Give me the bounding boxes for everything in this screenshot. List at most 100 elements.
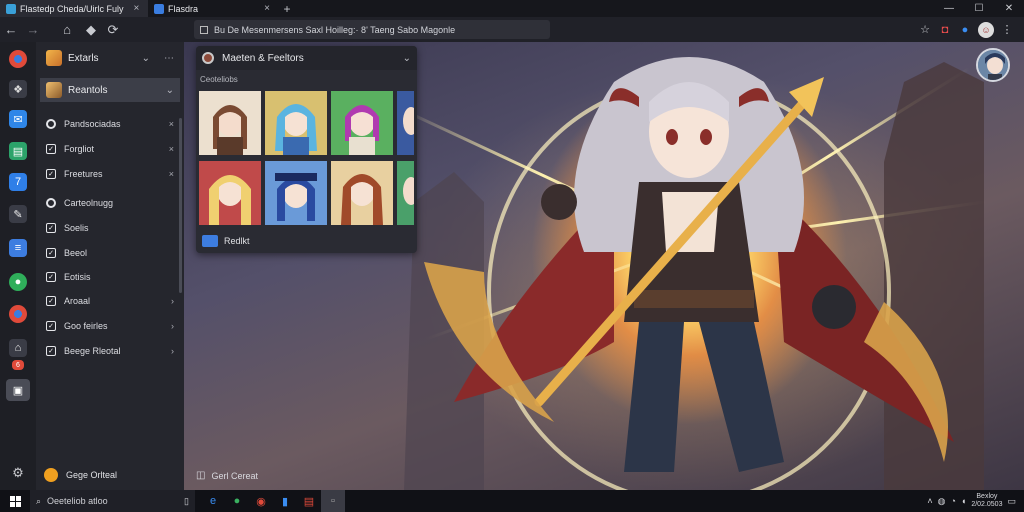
thumbnail[interactable]: [265, 161, 327, 225]
thumbnail-grid: [199, 91, 414, 229]
checkbox-icon[interactable]: ✓: [46, 321, 56, 331]
puzzle-app-icon[interactable]: ❖: [9, 80, 27, 98]
clock-time: Bexloy: [976, 493, 998, 500]
chevron-right-icon[interactable]: ›: [171, 346, 174, 356]
sidebar-item[interactable]: ✓ Beege Rleotal ›: [46, 341, 174, 361]
calendar-app-icon[interactable]: 7: [9, 173, 27, 191]
sidebar-header-rentals[interactable]: Reantols ⌄: [40, 78, 180, 102]
thumbnail[interactable]: [331, 161, 393, 225]
thumbnail[interactable]: [199, 161, 261, 225]
tools-app-icon[interactable]: ✎: [9, 205, 27, 223]
minimize-button[interactable]: —: [934, 0, 964, 17]
start-button[interactable]: [0, 495, 30, 507]
close-window-button[interactable]: ✕: [994, 0, 1024, 17]
search-placeholder: Oeeteliob atloo: [47, 496, 108, 506]
tab-inactive[interactable]: Flasdra ×: [148, 0, 276, 17]
shield-button[interactable]: ◆: [80, 19, 102, 41]
window-app-icon[interactable]: ▣: [6, 379, 30, 401]
taskbar-edge-icon[interactable]: e: [201, 490, 225, 512]
settings-gear-icon[interactable]: ⚙: [9, 464, 27, 482]
chevron-down-icon[interactable]: ⌄: [166, 85, 174, 96]
volume-icon[interactable]: ◖: [961, 496, 966, 506]
thumbnail[interactable]: [265, 91, 327, 155]
checkbox-icon[interactable]: ✓: [46, 169, 56, 179]
more-icon[interactable]: ⋯: [164, 53, 174, 64]
notes-app-icon[interactable]: ▤: [9, 142, 27, 160]
thumbnail[interactable]: [397, 161, 414, 225]
sidebar-footer-item[interactable]: Gege Orlteal: [44, 468, 117, 482]
tab-label: Flasdra: [168, 3, 199, 14]
refresh-button[interactable]: ⟳: [102, 19, 124, 41]
checkbox-icon[interactable]: ✓: [46, 296, 56, 306]
taskbar-search[interactable]: ⌕ Oeeteliob atloo ▯: [30, 490, 195, 512]
tab-close-icon[interactable]: ×: [264, 3, 270, 14]
back-button[interactable]: ←: [0, 19, 22, 41]
sidebar-item-label: Freetures: [64, 169, 103, 179]
home-button[interactable]: ⌂: [56, 19, 78, 41]
checkbox-icon[interactable]: ✓: [46, 144, 56, 154]
thumbnail[interactable]: [199, 91, 261, 155]
taskbar-chrome-icon[interactable]: ◉: [249, 490, 273, 512]
remove-icon[interactable]: ×: [169, 144, 174, 154]
chevron-right-icon[interactable]: ›: [171, 321, 174, 331]
extension-icon[interactable]: ◘: [938, 23, 952, 37]
forward-button[interactable]: →: [22, 19, 44, 41]
chrome-app-icon[interactable]: [9, 50, 27, 68]
checkbox-icon[interactable]: ✓: [46, 248, 56, 258]
sidebar-item[interactable]: ✓ Eotisis: [46, 267, 174, 287]
notification-icon[interactable]: ▭: [1007, 496, 1016, 507]
sidebar-header-extensions[interactable]: Extarls ⌄ ⋯: [40, 46, 180, 70]
chevron-down-icon[interactable]: ⌄: [142, 53, 150, 64]
mail-app-icon[interactable]: ✉: [9, 110, 27, 128]
tab-close-icon[interactable]: ×: [134, 3, 140, 14]
checkbox-icon[interactable]: ✓: [46, 346, 56, 356]
maximize-button[interactable]: ☐: [964, 0, 994, 17]
address-bar[interactable]: Bu De Mesenmersens Saxl Hoilleg:· 8' Tae…: [194, 20, 550, 39]
clock[interactable]: Bexloy 2/02.0503: [971, 493, 1002, 509]
star-icon[interactable]: ☆: [918, 23, 932, 37]
sidebar-item[interactable]: ✓ Goo feirles ›: [46, 316, 174, 336]
taskbar-chat-icon[interactable]: ●: [225, 490, 249, 512]
popup-footer-label: Redlkt: [224, 236, 250, 246]
home-app-icon[interactable]: ⌂: [9, 339, 27, 357]
wifi-icon[interactable]: ◔: [950, 496, 955, 506]
docs-app-icon[interactable]: ≡: [9, 239, 27, 257]
sidebar-item-label: Pandsociadas: [64, 119, 121, 129]
menu-icon[interactable]: ⋮: [1000, 23, 1014, 37]
sync-icon[interactable]: ●: [958, 23, 972, 37]
new-tab-button[interactable]: +: [276, 0, 298, 17]
chevron-right-icon[interactable]: ›: [171, 296, 174, 306]
sidebar-item[interactable]: ✓ Soelis: [46, 218, 174, 238]
sidebar-item[interactable]: Carteolnugg: [46, 193, 174, 213]
list-icon: [202, 235, 218, 247]
remove-icon[interactable]: ×: [169, 169, 174, 179]
taskbar-store-icon[interactable]: ▤: [297, 490, 321, 512]
sidebar-item[interactable]: Pandsociadas ×: [46, 114, 174, 134]
tab-active[interactable]: Flastedp Cheda/Uirlc Fuly ×: [0, 0, 148, 17]
badge-app-icon[interactable]: 6: [12, 360, 24, 370]
taskbar-docs-icon[interactable]: ▮: [273, 490, 297, 512]
taskbar-active-app-icon[interactable]: ▫: [321, 490, 345, 512]
collapse-icon[interactable]: ⌄: [403, 53, 411, 64]
thumbnail[interactable]: [331, 91, 393, 155]
sidebar-item[interactable]: ✓ Beeol: [46, 243, 174, 263]
collections-popup: Maeten & Feeltors ⌄ Ceoteliobs Redlkt: [196, 46, 417, 253]
network-icon[interactable]: ◍: [938, 496, 946, 507]
page-icon: [200, 25, 208, 34]
sidebar-item[interactable]: ✓ Freetures ×: [46, 164, 174, 184]
chat-app-icon[interactable]: ●: [9, 273, 27, 291]
chevron-up-icon[interactable]: ˄: [927, 496, 932, 506]
checkbox-icon[interactable]: ✓: [46, 223, 56, 233]
sidebar-scrollbar[interactable]: [179, 118, 182, 293]
remove-icon[interactable]: ×: [169, 119, 174, 129]
browser-app-icon[interactable]: [9, 305, 27, 323]
thumbnail[interactable]: [397, 91, 414, 155]
checkbox-icon[interactable]: ✓: [46, 272, 56, 282]
search-icon: ⌕: [36, 495, 42, 506]
profile-icon[interactable]: ☺: [978, 21, 994, 38]
task-view-icon[interactable]: ▯: [184, 496, 189, 507]
profile-avatar[interactable]: [976, 48, 1010, 82]
sidebar-item[interactable]: ✓ Aroaal ›: [46, 291, 174, 311]
popup-footer[interactable]: Redlkt: [196, 229, 417, 253]
sidebar-item[interactable]: ✓ Forgliot ×: [46, 139, 174, 159]
